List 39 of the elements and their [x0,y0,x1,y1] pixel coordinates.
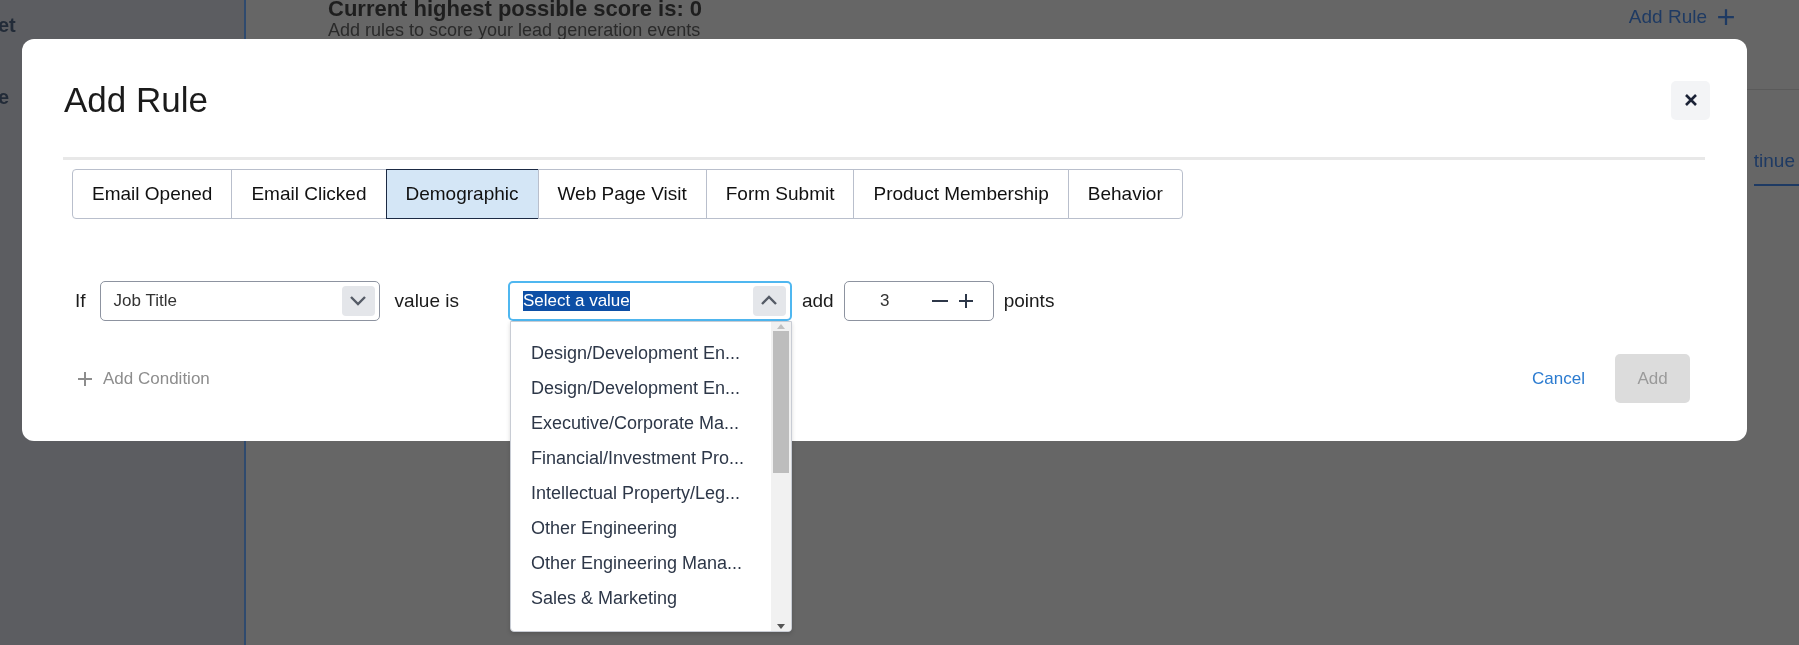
minus-icon [931,299,948,302]
dropdown-option[interactable]: Other Engineering [511,510,771,546]
rule-type-tab[interactable]: Demographic [385,169,539,219]
chevron-up-icon [760,295,779,306]
dropdown-option[interactable]: Financial/Investment Pro... [511,440,771,476]
plus-icon [1717,8,1735,26]
score-heading: Current highest possible score is: 0 [328,0,703,21]
dropdown-toggle[interactable] [341,285,375,316]
dropdown-option[interactable]: Sales & Marketing [511,580,771,616]
cancel-link[interactable]: Cancel [1532,368,1585,389]
if-label: If [75,289,86,312]
rule-type-tab[interactable]: Email Clicked [231,169,387,219]
dropdown-option[interactable]: Other Engineering Mana... [511,545,771,581]
points-label: points [1003,289,1055,312]
dropdown-toggle[interactable] [753,285,786,316]
dropdown-option[interactable]: Intellectual Property/Leg... [511,475,771,511]
points-stepper[interactable]: 3 [843,280,994,321]
dropdown-option[interactable]: Design/Development En... [511,370,771,406]
close-button[interactable] [1671,80,1710,120]
field-select[interactable]: Job Title [99,280,380,321]
scrollbar[interactable] [771,321,791,631]
rule-type-tab[interactable]: Behavior [1067,169,1183,219]
rule-type-tab[interactable]: Email Opened [72,169,233,219]
dialog-title: Add Rule [64,80,208,120]
rule-type-tab[interactable]: Form Submit [705,169,855,219]
scrollbar-thumb[interactable] [773,330,789,473]
scroll-down-icon [776,622,786,631]
chevron-down-icon [349,295,368,306]
close-icon [1683,93,1698,107]
points-input[interactable]: 3 [844,289,925,312]
rule-type-tab[interactable]: Product Membership [853,169,1069,219]
rule-type-tab[interactable]: Web Page Visit [537,169,707,219]
dropdown-option[interactable]: Executive/Corporate Ma... [511,405,771,441]
operator-label: value is [394,289,459,312]
score-subheading: Add rules to score your lead generation events [328,21,702,39]
add-label: add [802,289,834,312]
plus-icon [77,370,93,387]
plus-icon [957,292,974,309]
dropdown-option[interactable]: Design/Development En... [511,335,771,371]
